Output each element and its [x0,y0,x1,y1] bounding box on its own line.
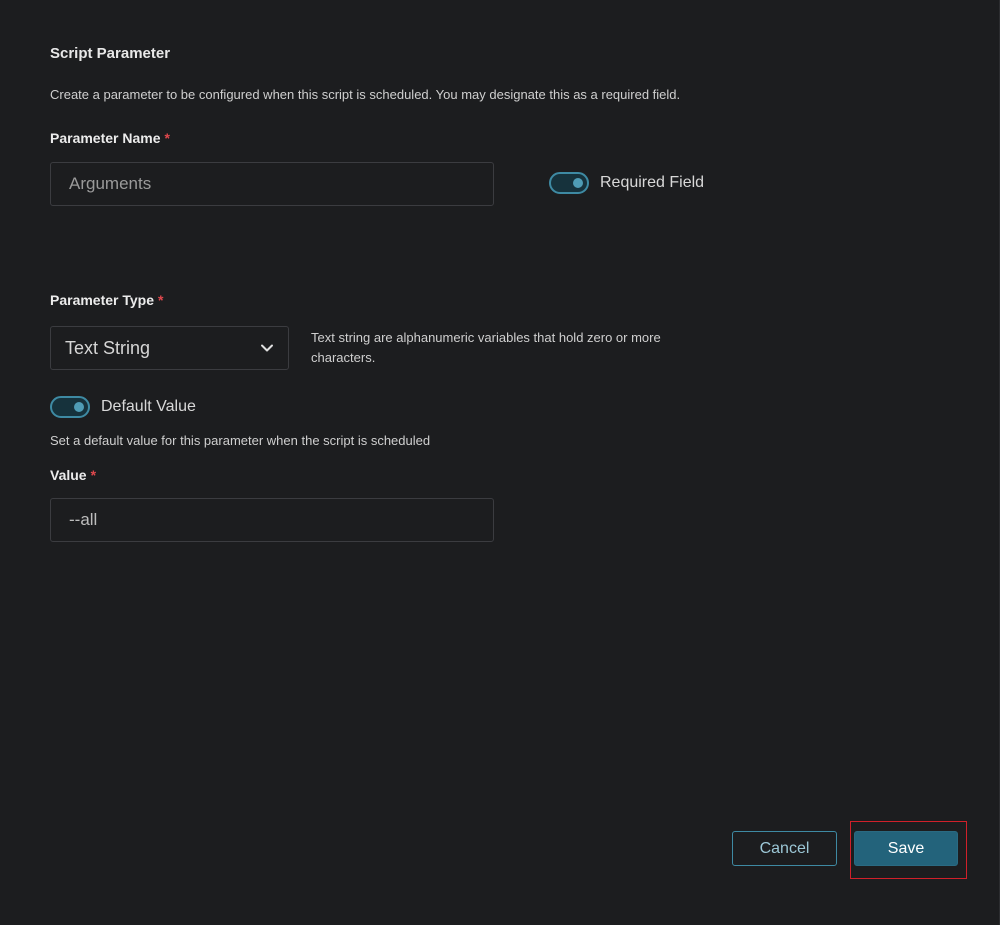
chevron-down-icon [260,341,274,355]
required-asterisk: * [90,467,97,483]
default-value-description: Set a default value for this parameter w… [50,433,431,448]
default-value-label: Default Value [101,398,196,415]
parameter-type-select[interactable]: Text String [50,326,289,370]
parameter-name-label: Parameter Name * [50,130,170,146]
default-value-toggle[interactable] [50,396,90,418]
required-field-toggle-row: Required Field [549,172,704,194]
value-input[interactable] [50,498,494,542]
section-title: Script Parameter [50,45,171,62]
cancel-button[interactable]: Cancel [732,831,837,866]
parameter-type-selected: Text String [65,337,151,358]
save-button[interactable]: Save [854,831,958,866]
toggle-knob [573,178,583,188]
required-field-label: Required Field [600,174,705,191]
required-field-toggle[interactable] [549,172,589,194]
parameter-type-label: Parameter Type * [50,292,163,308]
value-label-text: Value [50,467,87,483]
script-parameter-panel: Script Parameter Create a parameter to b… [0,0,1000,925]
required-asterisk: * [164,130,170,146]
parameter-name-input[interactable] [50,162,494,206]
value-label: Value * [50,467,96,483]
section-description: Create a parameter to be configured when… [50,87,681,102]
toggle-knob [74,402,84,412]
default-value-toggle-row: Default Value [50,396,196,418]
parameter-name-label-text: Parameter Name [50,130,161,146]
parameter-type-help: Text string are alphanumeric variables t… [311,330,661,365]
parameter-type-label-text: Parameter Type [50,292,155,308]
required-asterisk: * [158,292,164,308]
